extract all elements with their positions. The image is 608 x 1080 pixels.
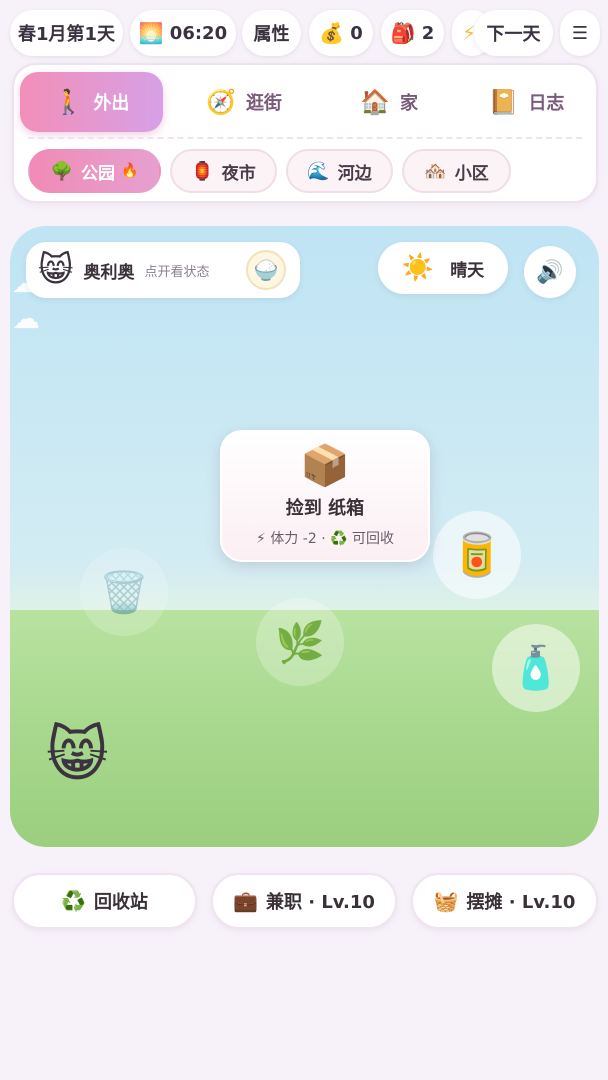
backpack-count: 2 [421, 22, 435, 44]
tab-home[interactable]: 🏠 家 [319, 72, 459, 132]
trash-can-icon: 🗑️ [99, 569, 149, 616]
button-label: 回收站 [93, 892, 148, 913]
energy-cost: 体力 -2 [270, 531, 317, 547]
house-icon: 🏠 [360, 88, 390, 116]
walking-icon: 🚶 [53, 88, 84, 116]
weather-text: 晴天 [450, 260, 485, 281]
briefcase-icon: 💼 [233, 889, 258, 913]
button-label: 摆摊 · Lv.10 [466, 892, 576, 913]
cloud-icon: ☁ [12, 302, 40, 335]
street-stall-button[interactable]: 🧺 摆摊 · Lv.10 [411, 873, 598, 929]
trash-can-item[interactable]: 🗑️ [80, 548, 168, 636]
sunrise-icon: 🌅 [138, 21, 164, 45]
weather-badge: ☀️ 晴天 [378, 242, 508, 294]
next-day-label: 下一天 [486, 24, 541, 45]
money-bag-icon: 💰 [319, 21, 345, 45]
cat-status-card[interactable]: 😸 奥利奥 点开看状态 🍚 [26, 242, 300, 298]
location-label: 公园 [80, 163, 115, 184]
houses-icon: 🏘️ [424, 160, 447, 182]
money-value: 0 [350, 22, 363, 44]
date-text: 春1月第1天 [17, 24, 116, 45]
tab-go-out[interactable]: 🚶 外出 [20, 72, 163, 132]
time-display: 🌅 06:20 [130, 10, 236, 56]
recycle-icon: ♻️ [61, 889, 86, 913]
location-label: 河边 [337, 163, 372, 184]
compass-icon: 🧭 [206, 88, 236, 116]
cat-face-icon: 😸 [46, 720, 109, 790]
leaf-icon: 🌿 [275, 619, 325, 666]
backpack-icon: 🎒 [390, 21, 416, 45]
menu-button[interactable]: ☰ [560, 10, 600, 56]
attributes-label: 属性 [253, 24, 290, 45]
lantern-icon: 🏮 [191, 160, 214, 182]
location-label: 小区 [454, 163, 489, 184]
navigation-card: 🚶 外出 🧭 逛街 🏠 家 📔 日志 🌳 公园 🔥 🏮 夜市 🌊 河边 🏘️ 小… [12, 63, 598, 203]
pickup-item-name: 纸箱 [328, 498, 365, 519]
food-bowl-icon[interactable]: 🍚 [246, 250, 286, 290]
cat-name: 奥利奥 [83, 262, 135, 283]
tree-icon: 🌳 [50, 160, 73, 182]
recyclable-tag: 可回收 [351, 531, 394, 547]
recycle-station-button[interactable]: ♻️ 回收站 [12, 873, 197, 929]
tab-shopping[interactable]: 🧭 逛街 [174, 72, 314, 132]
cat-character[interactable]: 😸 [46, 720, 109, 790]
park-scene: ☁ ☁ 😸 奥利奥 点开看状态 🍚 ☀️ 晴天 🔊 🗑️ 🌿 🥫 🧴 📦 捡到 … [10, 226, 599, 847]
rice-bowl-icon: 🍚 [253, 258, 279, 282]
leaf-item[interactable]: 🌿 [256, 598, 344, 686]
tab-label: 家 [399, 93, 418, 114]
separator: · [321, 531, 326, 547]
sun-icon: ☀️ [401, 253, 435, 283]
money-display: 💰 0 [309, 10, 373, 56]
location-neighborhood[interactable]: 🏘️ 小区 [402, 149, 511, 193]
can-icon: 🥫 [450, 530, 504, 579]
lightning-icon: ⚡ [256, 531, 266, 547]
bottle-item[interactable]: 🧴 [492, 624, 580, 712]
button-label: 兼职 · Lv.10 [265, 892, 375, 913]
menu-icon: ☰ [571, 22, 589, 44]
cardboard-box-icon: 📦 [300, 443, 350, 489]
speaker-icon: 🔊 [536, 259, 564, 285]
pickup-details: ⚡ 体力 -2 · ♻️ 可回收 [222, 528, 428, 548]
location-label: 夜市 [221, 163, 256, 184]
sound-button[interactable]: 🔊 [524, 246, 576, 298]
notebook-icon: 📔 [488, 88, 519, 116]
tab-label: 逛街 [245, 93, 282, 114]
tab-journal[interactable]: 📔 日志 [459, 72, 594, 132]
part-time-job-button[interactable]: 💼 兼职 · Lv.10 [211, 873, 397, 929]
location-riverside[interactable]: 🌊 河边 [286, 149, 393, 193]
next-day-button[interactable]: 下一天 [474, 10, 553, 56]
cat-face-icon: 😸 [38, 250, 74, 290]
recycle-icon: ♻️ [330, 531, 348, 547]
location-night-market[interactable]: 🏮 夜市 [170, 149, 277, 193]
tab-divider [28, 137, 582, 139]
fire-icon: 🔥 [120, 163, 139, 179]
tab-label: 外出 [93, 93, 130, 114]
pickup-popup: 📦 捡到 纸箱 ⚡ 体力 -2 · ♻️ 可回收 [220, 430, 430, 562]
pickup-title: 捡到 纸箱 [222, 494, 428, 520]
bottle-icon: 🧴 [509, 643, 563, 692]
date-display: 春1月第1天 [10, 10, 123, 56]
basket-icon: 🧺 [433, 889, 459, 913]
backpack-button[interactable]: 🎒 2 [381, 10, 444, 56]
location-park[interactable]: 🌳 公园 🔥 [28, 149, 161, 193]
main-tabs: 🚶 外出 🧭 逛街 🏠 家 📔 日志 [14, 65, 596, 137]
tab-label: 日志 [528, 93, 565, 114]
can-item[interactable]: 🥫 [433, 511, 521, 599]
pickup-action: 捡到 [285, 498, 322, 519]
top-status-bar: 春1月第1天 🌅 06:20 属性 💰 0 🎒 2 ⚡ 下一天 ☰ [0, 8, 608, 58]
cat-status-hint: 点开看状态 [144, 264, 210, 280]
attributes-button[interactable]: 属性 [242, 10, 301, 56]
wave-icon: 🌊 [307, 160, 330, 182]
time-text: 06:20 [169, 22, 228, 44]
